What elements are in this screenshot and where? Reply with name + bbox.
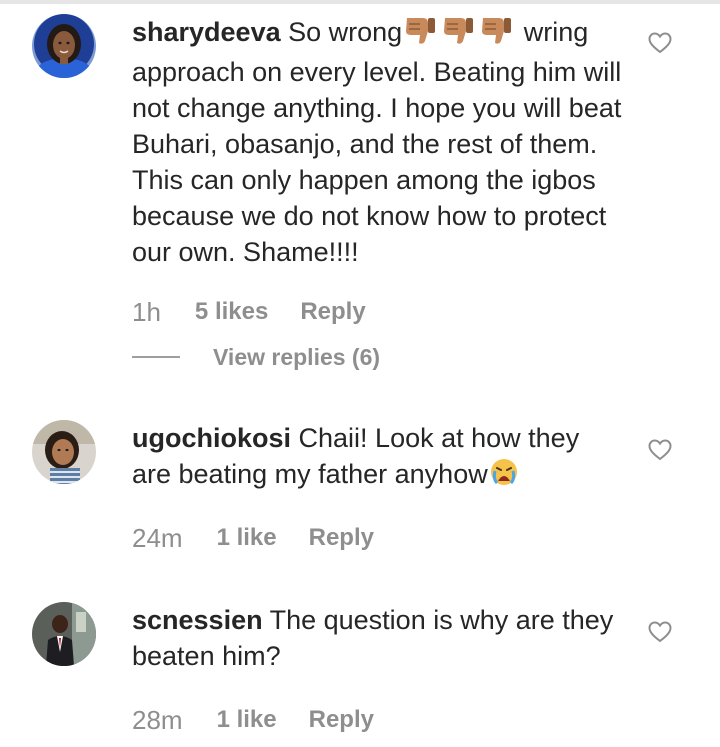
view-replies-label: View replies (6) (213, 343, 381, 370)
reply-button[interactable]: Reply (300, 298, 365, 326)
comment-meta: 1h 5 likes Reply (132, 297, 366, 327)
view-replies-button[interactable]: View replies (6) (132, 342, 380, 372)
crying-face-emoji-icon (489, 457, 519, 496)
like-heart-icon[interactable] (648, 439, 672, 461)
thumbs-down-emoji-icon (479, 15, 515, 54)
thumbs-down-emoji-icon (441, 15, 477, 54)
comment-text: ugochiokosi Chaii! Look at how they are … (132, 420, 622, 496)
comment-meta: 24m 1 like Reply (132, 523, 374, 553)
top-divider (0, 0, 720, 4)
comment-meta: 28m 1 like Reply (132, 705, 374, 735)
comment-text: sharydeeva So wrong wring approach on ev… (132, 14, 622, 270)
comment-username[interactable]: sharydeeva (132, 17, 281, 47)
comment-time: 28m (132, 704, 183, 735)
avatar[interactable] (32, 420, 96, 484)
comment-time: 1h (132, 296, 161, 327)
replies-dash (132, 356, 180, 358)
reply-button[interactable]: Reply (309, 706, 374, 734)
comment-username[interactable]: ugochiokosi (132, 423, 291, 453)
comment-text: scnessien The question is why are they b… (132, 602, 622, 674)
comment-username[interactable]: scnessien (132, 605, 263, 635)
thumbs-down-emoji-icon (403, 15, 439, 54)
comment-likes[interactable]: 5 likes (195, 298, 268, 326)
reply-button[interactable]: Reply (309, 524, 374, 552)
avatar[interactable] (32, 602, 96, 666)
comment-likes[interactable]: 1 like (217, 524, 277, 552)
comment-text-rest: wring approach on every level. Beating h… (132, 17, 622, 267)
avatar[interactable] (32, 14, 96, 78)
like-heart-icon[interactable] (648, 621, 672, 643)
like-heart-icon[interactable] (648, 32, 672, 54)
comment-likes[interactable]: 1 like (217, 706, 277, 734)
comment-text-main: So wrong (288, 17, 403, 47)
comment-time: 24m (132, 522, 183, 553)
